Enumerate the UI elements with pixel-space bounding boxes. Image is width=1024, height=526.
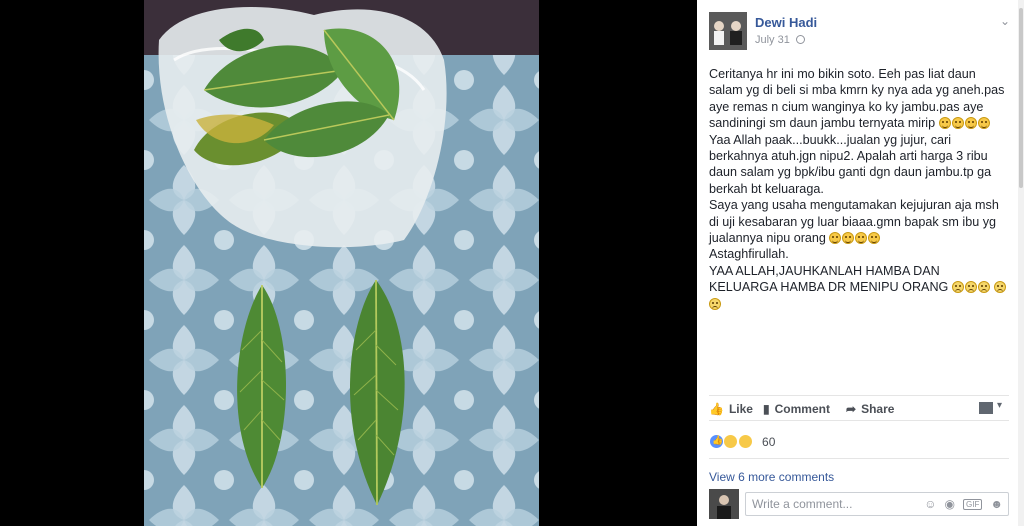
- post-photo[interactable]: [144, 0, 539, 526]
- crying-emoji-icon: [964, 281, 977, 294]
- laugh-emoji-icon: [977, 117, 990, 130]
- crying-emoji-icon: [709, 297, 721, 310]
- chevron-down-icon[interactable]: ⌄: [1000, 14, 1010, 28]
- post-meta: July 31: [755, 34, 805, 46]
- comment-button[interactable]: ▮ Comment: [763, 402, 830, 416]
- avatar-image: [709, 12, 747, 50]
- camera-icon[interactable]: ◉: [945, 497, 955, 511]
- view-as-selector[interactable]: ▾: [979, 400, 1009, 416]
- laugh-emoji-icon: [951, 117, 964, 130]
- scrollbar-thumb[interactable]: [1019, 8, 1023, 188]
- haha-reaction-icon: [737, 434, 753, 450]
- like-reaction-icon: [709, 434, 724, 450]
- post-paragraph: Saya yang usaha mengutamakan kejujuran a…: [709, 198, 1003, 246]
- author-avatar[interactable]: [709, 12, 747, 50]
- viewer-avatar-icon: [979, 402, 993, 414]
- sticker-icon[interactable]: ☻: [990, 497, 1003, 511]
- viewer-avatar-image: [709, 489, 739, 519]
- post-header: Dewi Hadi July 31 ⌄: [709, 12, 1010, 52]
- crying-emoji-icon: [951, 281, 964, 294]
- share-arrow-icon: ➦: [846, 402, 857, 416]
- emoji-icon[interactable]: ☺: [924, 497, 936, 511]
- post-paragraph: Yaa Allah paak...buukk...jualan yg jujur…: [709, 132, 995, 196]
- thumbs-up-icon: 👍: [709, 402, 724, 416]
- laugh-emoji-icon: [829, 232, 842, 245]
- post-text: Ceritanya hr ini mo bikin soto. Eeh pas …: [709, 66, 1009, 312]
- divider: [709, 458, 1009, 459]
- laugh-emoji-icon: [855, 232, 868, 245]
- viewer-avatar: [709, 489, 739, 519]
- wow-reaction-icon: [723, 434, 739, 450]
- post-paragraph: Ceritanya hr ini mo bikin soto. Eeh pas …: [709, 67, 1008, 131]
- leaves-photo: [144, 0, 539, 526]
- speech-bubble-icon: ▮: [763, 402, 770, 416]
- view-more-comments-link[interactable]: View 6 more comments: [709, 470, 834, 484]
- photo-viewer: Dewi Hadi July 31 ⌄ Ceritanya hr ini mo …: [0, 0, 1024, 526]
- chevron-down-icon: ▾: [997, 400, 1003, 411]
- post-actions: 👍 Like ▮ Comment ➦ Share ▾: [709, 395, 1009, 421]
- globe-icon[interactable]: [795, 35, 805, 44]
- like-button[interactable]: 👍 Like: [709, 402, 753, 416]
- post-paragraph: Astaghfirullah.: [709, 247, 789, 262]
- comment-composer: ☺ ◉ GIF ☻: [709, 489, 1009, 519]
- crying-emoji-icon: [994, 281, 1007, 294]
- share-button[interactable]: ➦ Share: [846, 402, 894, 416]
- laugh-emoji-icon: [938, 117, 951, 130]
- laugh-emoji-icon: [842, 232, 855, 245]
- laugh-emoji-icon: [868, 232, 881, 245]
- reactions-summary[interactable]: 60: [709, 434, 775, 452]
- post-date[interactable]: July 31: [755, 34, 790, 46]
- comment-input-icons: ☺ ◉ GIF ☻: [916, 497, 1003, 513]
- post-side-panel: Dewi Hadi July 31 ⌄ Ceritanya hr ini mo …: [697, 0, 1024, 526]
- scrollbar[interactable]: [1018, 0, 1024, 526]
- crying-emoji-icon: [977, 281, 990, 294]
- laugh-emoji-icon: [964, 117, 977, 130]
- author-name[interactable]: Dewi Hadi: [755, 15, 817, 30]
- post-paragraph: YAA ALLAH,JAUHKANLAH HAMBA DAN KELUARGA …: [709, 263, 1009, 312]
- gif-icon[interactable]: GIF: [963, 499, 983, 510]
- reaction-count: 60: [762, 434, 776, 449]
